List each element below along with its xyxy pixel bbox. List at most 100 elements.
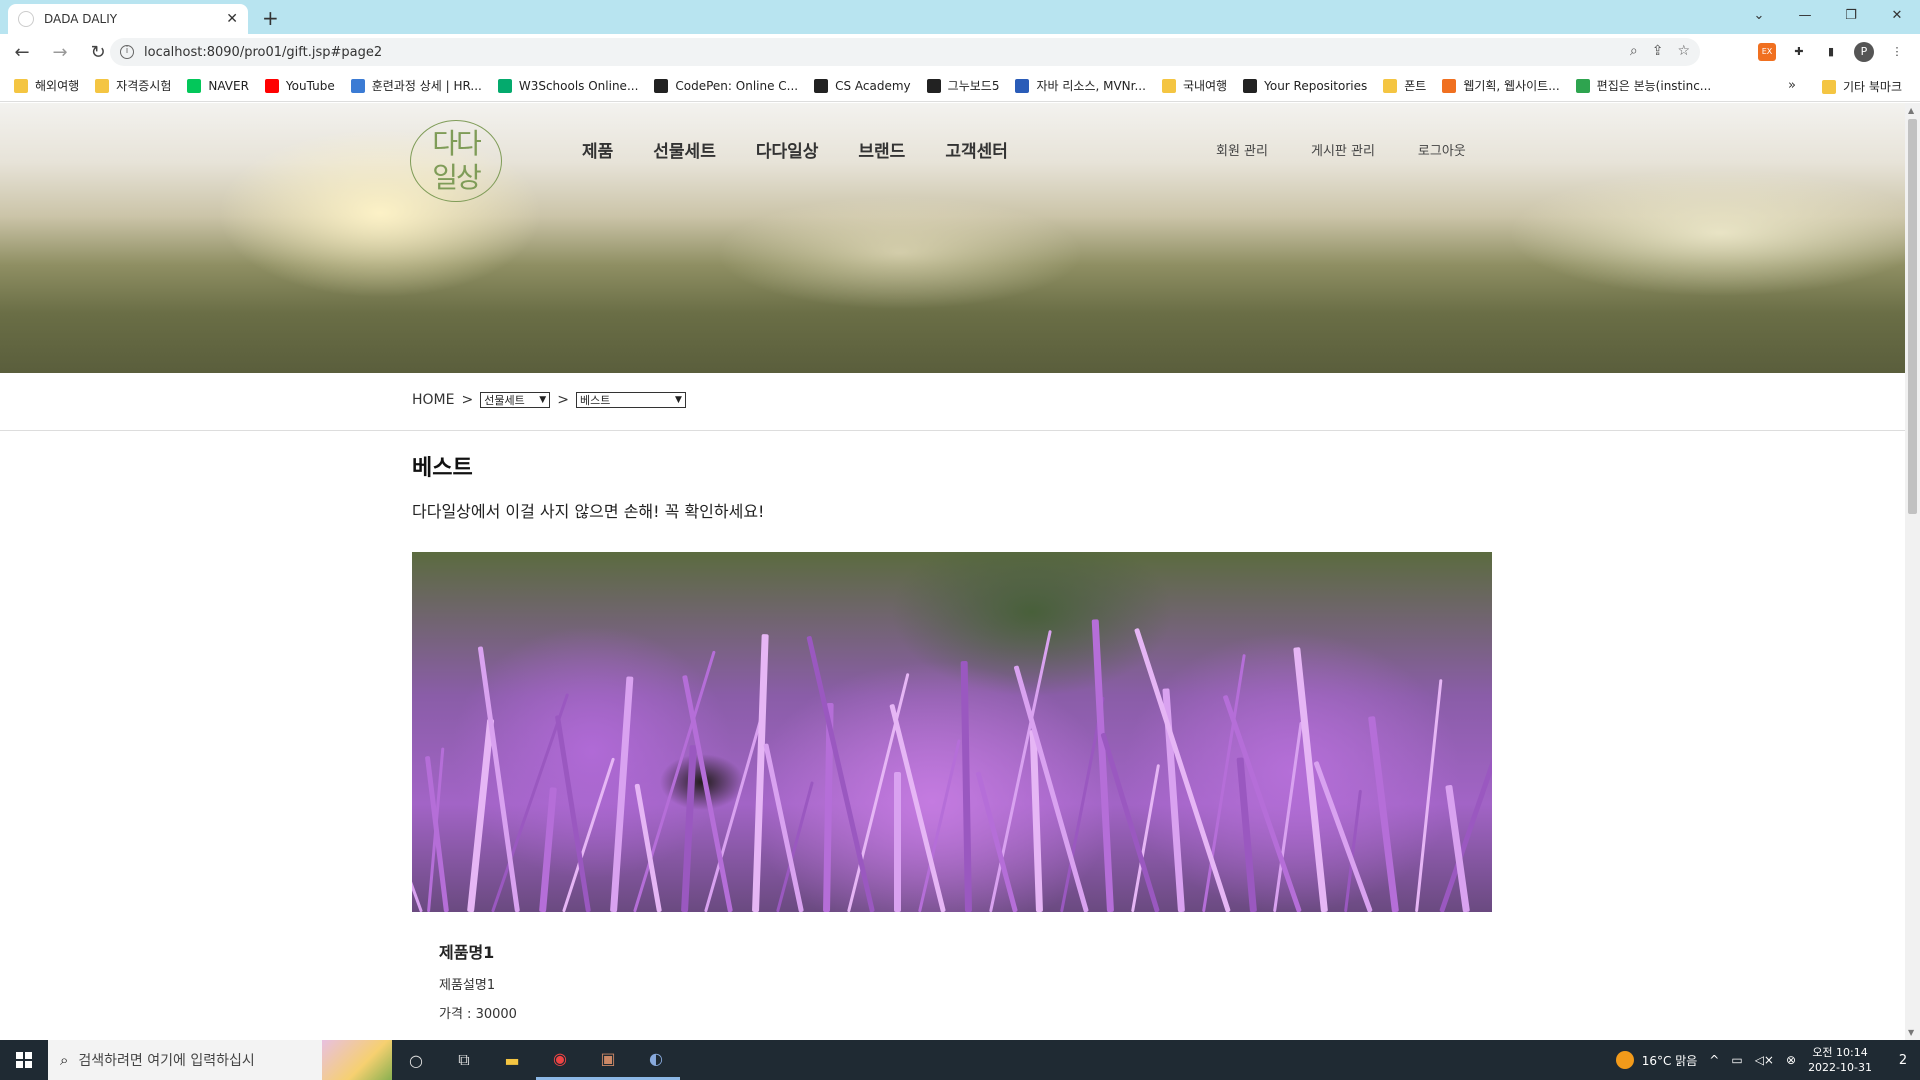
taskbar-search[interactable]: ⌕ 검색하려면 여기에 입력하십시: [48, 1040, 392, 1080]
menu-icon[interactable]: ⋮: [1888, 43, 1906, 61]
bookmark-label: YouTube: [285, 78, 335, 93]
bookmark-item[interactable]: YouTube: [264, 78, 335, 93]
bookmark-item[interactable]: 편집은 본능(instinc...: [1575, 77, 1711, 94]
chrome-icon[interactable]: ◉: [536, 1040, 584, 1080]
extension-icon[interactable]: EX: [1758, 43, 1776, 61]
file-explorer-icon[interactable]: ▬: [488, 1040, 536, 1080]
bookmark-label: 해외여행: [35, 79, 80, 93]
bookmark-item[interactable]: 웹기획, 웹사이트...: [1442, 77, 1560, 94]
ime-icon[interactable]: ⊗: [1786, 1053, 1796, 1067]
forward-icon[interactable]: →: [44, 42, 76, 63]
bookmark-item[interactable]: Your Repositories: [1243, 78, 1368, 93]
address-bar[interactable]: i localhost:8090/pro01/gift.jsp#page2 ⌕ …: [110, 38, 1700, 66]
bookmark-item[interactable]: 훈련과정 상세 | HR...: [350, 77, 482, 94]
bookmark-item[interactable]: 자바 리소스, MVNr...: [1015, 77, 1146, 94]
bookmark-item[interactable]: 그누보드5: [926, 77, 999, 94]
volume-icon[interactable]: ◁×: [1755, 1053, 1774, 1067]
nav-item-dada-daily[interactable]: 다다일상: [756, 137, 819, 162]
side-panel-icon[interactable]: ▮: [1822, 43, 1840, 61]
scroll-thumb[interactable]: [1908, 119, 1917, 514]
subcategory-select[interactable]: 베스트 ▼: [575, 392, 686, 408]
flower-stem-decoration: [960, 660, 973, 912]
browser-toolbar: ← → ↻ i localhost:8090/pro01/gift.jsp#pa…: [0, 34, 1920, 70]
new-tab-button[interactable]: +: [262, 6, 279, 30]
browser-tab[interactable]: DADA DALIY ✕: [8, 4, 248, 34]
bookmark-item[interactable]: CodePen: Online C...: [654, 78, 798, 93]
url-text[interactable]: localhost:8090/pro01/gift.jsp#page2: [144, 45, 382, 60]
breadcrumb-bar: HOME > 선물세트 ▼ > 베스트 ▼: [0, 373, 1905, 431]
vertical-scrollbar[interactable]: ▲ ▼: [1905, 103, 1920, 1040]
bookmark-star-icon[interactable]: ☆: [1677, 43, 1690, 59]
flower-stem-decoration: [467, 718, 495, 912]
app-icon[interactable]: ▣: [584, 1040, 632, 1080]
bookmark-item[interactable]: 자격증시험: [95, 77, 171, 94]
board-admin-link[interactable]: 게시판 관리: [1311, 140, 1375, 159]
flower-stem-decoration: [609, 676, 634, 912]
utility-nav: 회원 관리 게시판 관리 로그아웃: [1216, 140, 1509, 159]
bookmark-item[interactable]: NAVER: [187, 78, 249, 93]
category-select[interactable]: 선물세트 ▼: [480, 392, 551, 408]
weather-text[interactable]: 16°C 맑음: [1642, 1052, 1698, 1069]
product-description: 제품설명1: [439, 978, 496, 993]
close-window-button[interactable]: ✕: [1874, 0, 1920, 30]
category-select-value: 선물세트: [484, 394, 525, 407]
site-logo[interactable]: 다다일상: [410, 120, 502, 202]
logout-link[interactable]: 로그아웃: [1418, 140, 1466, 159]
clock[interactable]: 오전 10:14 2022-10-31: [1808, 1045, 1872, 1075]
bookmark-item[interactable]: 국내여행: [1161, 77, 1227, 94]
profile-avatar[interactable]: P: [1854, 42, 1874, 62]
bookmarks-overflow-button[interactable]: »: [1788, 78, 1796, 93]
product-name[interactable]: 제품명1: [439, 939, 494, 963]
flower-stem-decoration: [538, 787, 557, 912]
bookmark-icon: [926, 78, 941, 93]
system-tray: 16°C 맑음 ^ ▭ ◁× ⊗ 오전 10:14 2022-10-31 2: [1615, 1040, 1920, 1080]
scroll-down-icon[interactable]: ▼: [1908, 1028, 1914, 1037]
bookmark-item[interactable]: 폰트: [1383, 77, 1426, 94]
flower-stem-decoration: [1133, 627, 1231, 912]
nav-item-products[interactable]: 제품: [582, 137, 613, 162]
bookmark-label: 폰트: [1404, 79, 1427, 93]
start-button[interactable]: [0, 1040, 48, 1080]
zoom-icon[interactable]: ⌕: [1630, 43, 1638, 59]
share-icon[interactable]: ⇪: [1652, 43, 1664, 59]
cortana-icon[interactable]: ○: [392, 1040, 440, 1080]
section-title: 베스트: [412, 456, 473, 481]
section-description: 다다일상에서 이걸 사지 않으면 손해! 꼭 확인하세요!: [412, 502, 765, 521]
weather-icon[interactable]: [1615, 1051, 1634, 1069]
favicon-icon: [18, 11, 34, 27]
tab-search-button[interactable]: ⌄: [1736, 0, 1782, 30]
scroll-up-icon[interactable]: ▲: [1908, 106, 1914, 115]
network-icon[interactable]: ▭: [1731, 1053, 1742, 1067]
task-view-icon[interactable]: ⧉: [440, 1040, 488, 1080]
nav-item-gift-sets[interactable]: 선물세트: [653, 137, 716, 162]
breadcrumb-home[interactable]: HOME: [412, 392, 454, 408]
bookmark-item[interactable]: 해외여행: [14, 77, 79, 94]
bookmark-label: CS Academy: [835, 78, 911, 93]
bookmark-label: Your Repositories: [1264, 78, 1368, 93]
flower-stem-decoration: [1439, 654, 1492, 912]
other-bookmarks-folder[interactable]: 기타 북마크: [1822, 78, 1902, 95]
notification-center-icon[interactable]: 2: [1886, 1053, 1920, 1068]
notification-count: 2: [1898, 1052, 1908, 1068]
flower-stem-decoration: [751, 634, 769, 912]
close-tab-icon[interactable]: ✕: [226, 11, 238, 27]
tab-title: DADA DALIY: [44, 12, 118, 26]
back-icon[interactable]: ←: [6, 42, 38, 63]
nav-item-brand[interactable]: 브랜드: [858, 137, 905, 162]
tray-chevron-icon[interactable]: ^: [1709, 1053, 1719, 1067]
bookmark-label: 웹기획, 웹사이트...: [1463, 79, 1560, 93]
flower-stem-decoration: [1013, 665, 1089, 912]
bookmark-icon: [187, 78, 202, 93]
puzzle-icon[interactable]: ✚: [1790, 43, 1808, 61]
bookmark-icon: [14, 78, 28, 93]
logo-text: 다다일상: [432, 127, 482, 194]
product-image[interactable]: [412, 552, 1492, 912]
restore-button[interactable]: ❐: [1828, 0, 1874, 30]
member-admin-link[interactable]: 회원 관리: [1216, 140, 1268, 159]
minimize-button[interactable]: —: [1782, 0, 1828, 30]
eclipse-icon[interactable]: ◐: [632, 1040, 680, 1080]
nav-item-customer-center[interactable]: 고객센터: [945, 137, 1008, 162]
site-info-icon[interactable]: i: [120, 45, 134, 59]
bookmark-item[interactable]: W3Schools Online...: [497, 78, 638, 93]
bookmark-item[interactable]: CS Academy: [814, 78, 911, 93]
